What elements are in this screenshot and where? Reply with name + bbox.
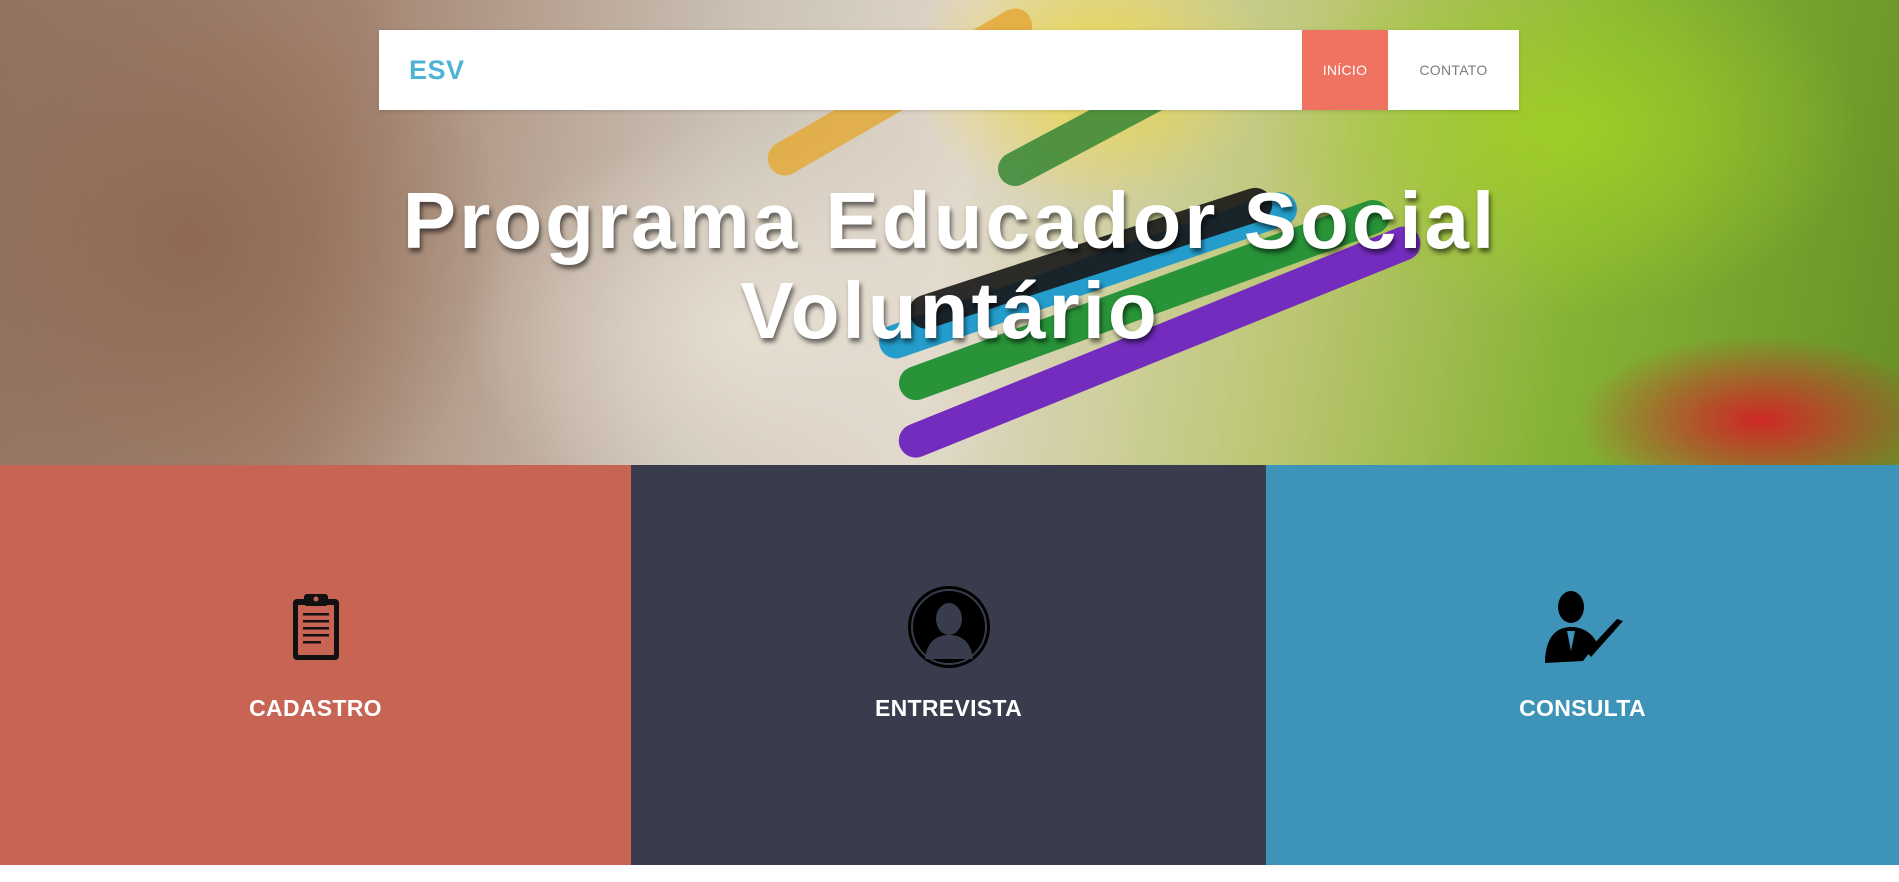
- tile-cadastro[interactable]: CADASTRO: [0, 465, 631, 865]
- clipboard-icon: [274, 585, 358, 669]
- nav-menu: INÍCIO CONTATO: [1302, 30, 1519, 110]
- tile-consulta[interactable]: CONSULTA: [1266, 465, 1899, 865]
- hero-title-line-2: Voluntário: [740, 266, 1160, 355]
- feature-tiles: CADASTRO ENTREVISTA CONSULTA: [0, 465, 1899, 865]
- tile-label-consulta: CONSULTA: [1519, 695, 1646, 721]
- navbar: ESV INÍCIO CONTATO: [379, 30, 1519, 110]
- tile-label-entrevista: ENTREVISTA: [875, 695, 1022, 721]
- user-check-icon: [1541, 585, 1625, 669]
- nav-item-inicio[interactable]: INÍCIO: [1302, 30, 1388, 110]
- tile-entrevista[interactable]: ENTREVISTA: [631, 465, 1266, 865]
- nav-item-contato[interactable]: CONTATO: [1388, 30, 1519, 110]
- tile-label-cadastro: CADASTRO: [249, 695, 382, 721]
- page-bottom: [0, 865, 1899, 882]
- hero-title: Programa Educador Social Voluntário: [360, 176, 1540, 356]
- brand-logo[interactable]: ESV: [409, 55, 465, 86]
- hero-title-line-1: Programa Educador Social: [402, 176, 1498, 265]
- user-silhouette-icon: [907, 585, 991, 669]
